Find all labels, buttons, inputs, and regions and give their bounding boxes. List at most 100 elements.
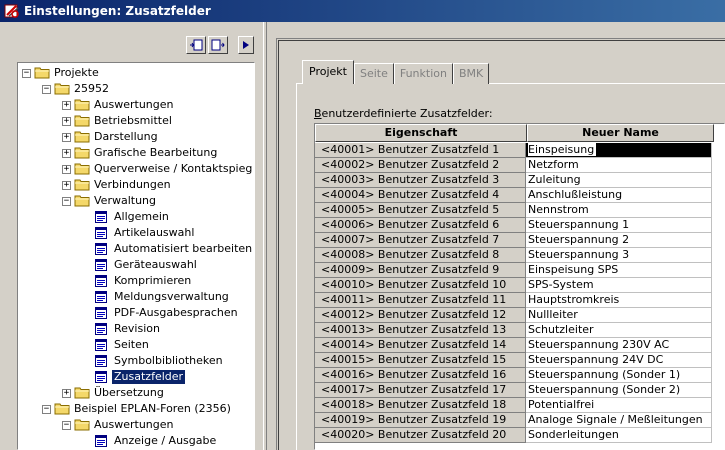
expand-plus-icon[interactable]: + bbox=[62, 149, 71, 158]
expand-plus-icon[interactable]: + bbox=[62, 101, 71, 110]
new-name-cell[interactable]: Einspeisung bbox=[526, 143, 712, 158]
column-header-property[interactable]: Eigenschaft bbox=[315, 124, 527, 142]
collapse-all-button[interactable] bbox=[208, 36, 228, 54]
new-name-cell[interactable]: Schutzleiter bbox=[526, 323, 712, 338]
tree-item[interactable]: Komprimieren bbox=[82, 273, 254, 289]
new-name-text: Steuerspannung (Sonder 2) bbox=[528, 383, 681, 396]
collapse-minus-icon[interactable]: − bbox=[62, 421, 71, 430]
expand-plus-icon[interactable]: + bbox=[62, 133, 71, 142]
new-name-cell[interactable]: Steuerspannung 230V AC bbox=[526, 338, 712, 353]
new-name-cell[interactable]: Steuerspannung (Sonder 1) bbox=[526, 368, 712, 383]
table-row[interactable]: <40005> Benutzer Zusatzfeld 5 Nennstrom bbox=[315, 203, 712, 218]
table-row[interactable]: <40017> Benutzer Zusatzfeld 17 Steuerspan… bbox=[315, 383, 712, 398]
expand-plus-icon[interactable]: + bbox=[62, 389, 71, 398]
tree-item[interactable]: Artikelauswahl bbox=[82, 225, 254, 241]
tab-bmk[interactable]: BMK bbox=[452, 63, 490, 84]
property-cell: <40010> Benutzer Zusatzfeld 10 bbox=[315, 278, 526, 293]
collapse-minus-icon[interactable]: − bbox=[62, 197, 71, 206]
tree-item[interactable]: − Auswertungen bbox=[62, 417, 254, 433]
expand-all-button[interactable] bbox=[186, 36, 206, 54]
tree-item[interactable]: + Betriebsmittel bbox=[62, 113, 254, 129]
collapse-minus-icon[interactable]: − bbox=[22, 69, 31, 78]
tree-item[interactable]: + Grafische Bearbeitung bbox=[62, 145, 254, 161]
table-row[interactable]: <40010> Benutzer Zusatzfeld 10 SPS-System bbox=[315, 278, 712, 293]
table-row[interactable]: <40008> Benutzer Zusatzfeld 8 Steuerspann… bbox=[315, 248, 712, 263]
settings-tree[interactable]: − Projekte −25952 + Auswertungen + Betriebsmit… bbox=[17, 62, 255, 450]
tree-item-label: Darstellung bbox=[94, 130, 158, 143]
tree-item-label: Seiten bbox=[114, 338, 149, 351]
tree-item[interactable]: Revision bbox=[82, 321, 254, 337]
folder-icon bbox=[74, 194, 90, 208]
new-name-cell[interactable]: SPS-System bbox=[526, 278, 712, 293]
eplan-app-icon[interactable] bbox=[4, 3, 20, 19]
tree-item[interactable]: Automatisiert bearbeiten bbox=[82, 241, 254, 257]
custom-fields-grid[interactable]: Eigenschaft Neuer Name <40001> Benutzer … bbox=[314, 123, 725, 450]
new-name-cell[interactable]: Nennstrom bbox=[526, 203, 712, 218]
new-name-cell[interactable]: Analoge Signale / Meßleitungen bbox=[526, 413, 712, 428]
table-row[interactable]: <40001> Benutzer Zusatzfeld 1 Einspeisung bbox=[315, 143, 712, 158]
tab-funktion[interactable]: Funktion bbox=[393, 63, 453, 84]
tree-item[interactable]: PDF-Ausgabesprachen bbox=[82, 305, 254, 321]
expand-plus-icon[interactable]: + bbox=[62, 181, 71, 190]
table-row[interactable]: <40019> Benutzer Zusatzfeld 19 Analoge Si… bbox=[315, 413, 712, 428]
new-name-cell[interactable]: Zuleitung bbox=[526, 173, 712, 188]
new-name-cell[interactable]: Nullleiter bbox=[526, 308, 712, 323]
tree-item[interactable]: Zusatzfelder bbox=[82, 369, 254, 385]
tree-item[interactable]: − Verwaltung bbox=[62, 193, 254, 209]
table-row[interactable]: <40003> Benutzer Zusatzfeld 3 Zuleitung bbox=[315, 173, 712, 188]
tree-item[interactable]: + Darstellung bbox=[62, 129, 254, 145]
tree-item[interactable]: Anzeige / Ausgabe bbox=[82, 433, 254, 449]
table-row[interactable]: <40002> Benutzer Zusatzfeld 2 Netzform bbox=[315, 158, 712, 173]
table-row[interactable]: <40013> Benutzer Zusatzfeld 13 Schutzleit… bbox=[315, 323, 712, 338]
table-row[interactable]: <40012> Benutzer Zusatzfeld 12 Nullleiter bbox=[315, 308, 712, 323]
tree-item[interactable]: Allgemein bbox=[82, 209, 254, 225]
tree-item-label: Auswertungen bbox=[94, 98, 174, 111]
new-name-cell[interactable]: Hauptstromkreis bbox=[526, 293, 712, 308]
tree-item[interactable]: Symbolbibliotheken bbox=[82, 353, 254, 369]
title-bar[interactable]: Einstellungen: Zusatzfelder bbox=[0, 0, 725, 22]
expand-plus-icon[interactable]: + bbox=[62, 117, 71, 126]
property-cell: <40016> Benutzer Zusatzfeld 16 bbox=[315, 368, 526, 383]
table-row[interactable]: <40007> Benutzer Zusatzfeld 7 Steuerspann… bbox=[315, 233, 712, 248]
new-name-cell[interactable]: Potentialfrei bbox=[526, 398, 712, 413]
navigate-button[interactable] bbox=[238, 36, 254, 54]
table-row[interactable]: <40020> Benutzer Zusatzfeld 20 Sonderleit… bbox=[315, 428, 712, 443]
table-row[interactable]: <40016> Benutzer Zusatzfeld 16 Steuerspan… bbox=[315, 368, 712, 383]
tree-item[interactable]: + Querverweise / Kontaktspieg bbox=[62, 161, 254, 177]
new-name-cell[interactable]: Steuerspannung 3 bbox=[526, 248, 712, 263]
collapse-minus-icon[interactable]: − bbox=[42, 405, 51, 414]
table-row[interactable]: <40009> Benutzer Zusatzfeld 9 Einspeisung… bbox=[315, 263, 712, 278]
new-name-cell[interactable]: Anschlußleistung bbox=[526, 188, 712, 203]
table-row[interactable]: <40014> Benutzer Zusatzfeld 14 Steuerspan… bbox=[315, 338, 712, 353]
expand-plus-icon[interactable]: + bbox=[62, 165, 71, 174]
new-name-cell[interactable]: Netzform bbox=[526, 158, 712, 173]
table-row[interactable]: <40015> Benutzer Zusatzfeld 15 Steuerspan… bbox=[315, 353, 712, 368]
new-name-cell[interactable]: Sonderleitungen bbox=[526, 428, 712, 443]
table-row[interactable]: <40011> Benutzer Zusatzfeld 11 Hauptstrom… bbox=[315, 293, 712, 308]
tree-item[interactable]: + Übersetzung bbox=[62, 385, 254, 401]
new-name-cell[interactable]: Steuerspannung 1 bbox=[526, 218, 712, 233]
column-header-new-name[interactable]: Neuer Name bbox=[527, 124, 714, 142]
collapse-minus-icon[interactable]: − bbox=[42, 85, 51, 94]
new-name-text: Zuleitung bbox=[528, 173, 581, 186]
tree-item-label: Verbindungen bbox=[94, 178, 171, 191]
tree-item[interactable]: + Auswertungen bbox=[62, 97, 254, 113]
tree-item[interactable]: Meldungsverwaltung bbox=[82, 289, 254, 305]
tree-item[interactable]: − 25952 bbox=[42, 81, 254, 97]
table-row[interactable]: <40004> Benutzer Zusatzfeld 4 Anschlußlei… bbox=[315, 188, 712, 203]
panel-splitter[interactable] bbox=[263, 22, 267, 450]
tab-seite[interactable]: Seite bbox=[353, 63, 394, 84]
tree-item[interactable]: Seiten bbox=[82, 337, 254, 353]
tree-item[interactable]: − Projekte bbox=[22, 65, 254, 81]
tree-item[interactable]: − Beispiel EPLAN-Foren (2356) bbox=[42, 401, 254, 417]
table-row[interactable]: <40006> Benutzer Zusatzfeld 6 Steuerspann… bbox=[315, 218, 712, 233]
folder-icon bbox=[34, 66, 50, 80]
new-name-cell[interactable]: Steuerspannung 24V DC bbox=[526, 353, 712, 368]
new-name-cell[interactable]: Einspeisung SPS bbox=[526, 263, 712, 278]
tree-item[interactable]: Geräteauswahl bbox=[82, 257, 254, 273]
new-name-cell[interactable]: Steuerspannung (Sonder 2) bbox=[526, 383, 712, 398]
table-row[interactable]: <40018> Benutzer Zusatzfeld 18 Potentialf… bbox=[315, 398, 712, 413]
tree-item[interactable]: + Verbindungen bbox=[62, 177, 254, 193]
new-name-cell[interactable]: Steuerspannung 2 bbox=[526, 233, 712, 248]
tab-projekt[interactable]: Projekt bbox=[302, 60, 354, 84]
